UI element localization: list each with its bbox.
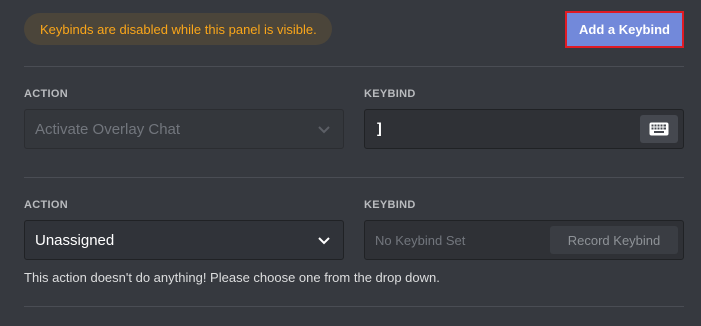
- notice-text: Keybinds are disabled while this panel i…: [40, 21, 317, 37]
- add-keybind-button[interactable]: Add a Keybind: [565, 11, 684, 48]
- action-select-value: Unassigned: [35, 231, 115, 249]
- keybind-input-2[interactable]: No Keybind Set Record Keybind: [364, 220, 684, 260]
- keybind-value: ]: [375, 120, 385, 138]
- keybinds-disabled-notice: Keybinds are disabled while this panel i…: [24, 13, 332, 45]
- action-label: ACTION: [24, 199, 68, 211]
- chevron-down-icon: [318, 237, 330, 245]
- action-select-value: Activate Overlay Chat: [35, 120, 181, 138]
- divider: [24, 306, 684, 307]
- keyboard-icon: [649, 122, 669, 136]
- divider: [24, 66, 684, 67]
- keybind-label: KEYBIND: [364, 88, 416, 100]
- keybind-input-1[interactable]: ]: [364, 109, 684, 149]
- action-hint: This action doesn't do anything! Please …: [24, 270, 440, 285]
- divider: [24, 177, 684, 178]
- record-keybind-button[interactable]: Record Keybind: [550, 226, 678, 254]
- record-keybind-toggle[interactable]: [640, 115, 678, 143]
- action-label: ACTION: [24, 88, 68, 100]
- action-select-1[interactable]: Activate Overlay Chat: [24, 109, 344, 149]
- chevron-down-icon: [318, 126, 330, 134]
- keybind-placeholder: No Keybind Set: [375, 232, 466, 248]
- action-select-2[interactable]: Unassigned: [24, 220, 344, 260]
- keybind-label: KEYBIND: [364, 199, 416, 211]
